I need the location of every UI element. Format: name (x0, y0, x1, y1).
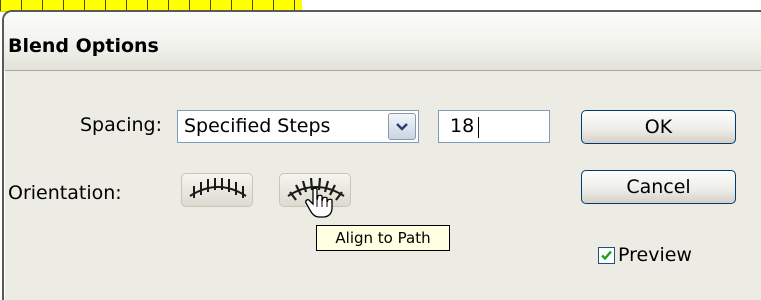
dropdown-arrow-button[interactable] (388, 113, 416, 140)
chevron-down-icon (396, 122, 408, 131)
checkmark-icon (601, 250, 612, 261)
spacing-select-value: Specified Steps (184, 115, 331, 137)
preview-checkbox[interactable] (598, 247, 615, 264)
text-caret (478, 117, 479, 138)
cancel-button[interactable]: Cancel (581, 170, 736, 204)
blend-options-dialog: Blend Options Spacing: Specified Steps 1… (2, 10, 761, 300)
dialog-title: Blend Options (8, 35, 159, 57)
dialog-content: Spacing: Specified Steps 18 Orientation: (4, 70, 761, 300)
align-to-page-button[interactable] (181, 173, 253, 207)
hand-cursor-icon (305, 187, 333, 218)
spacing-label: Spacing: (80, 114, 162, 136)
steps-input-value: 18 (450, 115, 475, 137)
preview-label[interactable]: Preview (618, 244, 692, 266)
orientation-label: Orientation: (8, 182, 122, 204)
ok-button[interactable]: OK (581, 110, 736, 144)
align-to-page-icon (189, 178, 247, 198)
tooltip: Align to Path (316, 225, 450, 251)
spacing-select[interactable]: Specified Steps (177, 110, 419, 143)
steps-input[interactable]: 18 (438, 110, 550, 143)
dialog-titlebar: Blend Options (4, 12, 761, 71)
